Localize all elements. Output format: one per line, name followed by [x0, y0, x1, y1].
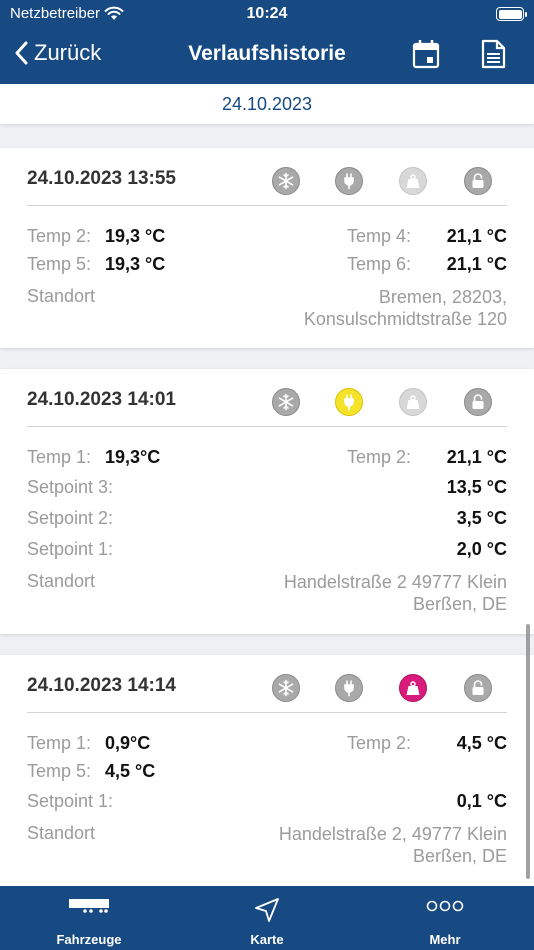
weight-icon	[399, 167, 427, 195]
address-line: Handelstraße 2 49777 Klein	[283, 572, 507, 592]
temp-label: Temp 1:	[27, 447, 92, 467]
entry-header: 24.10.2023 13:55	[27, 148, 507, 206]
power-plug-icon	[335, 167, 363, 195]
history-list[interactable]: 24.10.2023 13:55 Temp 2: 19,3 °C Temp 4:…	[0, 124, 534, 886]
snowflake-icon	[272, 388, 300, 416]
chevron-left-icon	[15, 41, 28, 65]
navigation-arrow-icon	[255, 898, 279, 922]
tab-mehr[interactable]: Mehr	[375, 886, 515, 950]
date-header[interactable]: 24.10.2023	[0, 84, 534, 124]
power-plug-icon	[335, 674, 363, 702]
temp-label: Temp 2:	[347, 447, 412, 467]
entry-header: 24.10.2023 14:14	[27, 655, 507, 713]
location-address: Bremen, 28203, Konsulschmidtstraße 120	[304, 286, 507, 330]
address-line: Bremen, 28203,	[378, 287, 507, 307]
status-time: 10:24	[246, 5, 288, 22]
temp-value: 19,3 °C	[105, 254, 166, 274]
address-line: Berßen, DE	[412, 846, 507, 866]
lock-icon	[464, 674, 492, 702]
power-plug-icon	[335, 388, 363, 416]
entry-timestamp: 24.10.2023 14:01	[27, 389, 176, 410]
address-line: Berßen, DE	[412, 594, 507, 614]
temp-label: Temp 4:	[347, 226, 412, 246]
temp-label: Temp 5:	[27, 254, 92, 274]
temp-value: 21,1 °C	[446, 254, 507, 274]
location-address: Handelstraße 2, 49777 Klein Berßen, DE	[279, 823, 507, 867]
history-entry: 24.10.2023 13:55 Temp 2: 19,3 °C Temp 4:…	[0, 148, 534, 348]
setpoint-value: 0,1 °C	[456, 791, 507, 811]
scrollbar[interactable]	[526, 624, 530, 879]
weight-icon	[399, 674, 427, 702]
temp-label: Temp 5:	[27, 761, 92, 781]
location-label: Standort	[27, 571, 96, 591]
setpoint-label: Setpoint 1:	[27, 539, 114, 559]
location-address: Handelstraße 2 49777 Klein Berßen, DE	[284, 571, 507, 615]
entry-timestamp: 24.10.2023 13:55	[27, 168, 176, 189]
setpoint-value: 2,0 °C	[456, 539, 507, 559]
location-label: Standort	[27, 286, 96, 306]
tab-label: Fahrzeuge	[56, 932, 122, 947]
lock-icon	[464, 388, 492, 416]
setpoint-label: Setpoint 1:	[27, 791, 114, 811]
entry-timestamp: 24.10.2023 14:14	[27, 675, 176, 696]
more-dots-icon	[426, 900, 464, 912]
tab-label: Mehr	[429, 932, 461, 947]
setpoint-label: Setpoint 2:	[27, 508, 114, 528]
temp-value: 0,9°C	[105, 733, 151, 753]
tab-label: Karte	[250, 932, 284, 947]
temp-value: 4,5 °C	[105, 761, 156, 781]
lock-icon	[464, 167, 492, 195]
temp-label: Temp 6:	[347, 254, 412, 274]
weight-icon	[399, 388, 427, 416]
address-line: Konsulschmidtstraße 120	[303, 309, 507, 329]
tab-fahrzeuge[interactable]: Fahrzeuge	[19, 886, 159, 950]
temp-value: 19,3 °C	[105, 226, 166, 246]
address-line: Handelstraße 2, 49777 Klein	[278, 824, 507, 844]
snowflake-icon	[272, 167, 300, 195]
battery-icon	[496, 7, 527, 21]
temp-label: Temp 2:	[347, 733, 412, 753]
setpoint-label: Setpoint 3:	[27, 477, 114, 497]
temp-value: 19,3°C	[105, 447, 161, 467]
temp-value: 4,5 °C	[456, 733, 507, 753]
setpoint-value: 3,5 °C	[456, 508, 507, 528]
tab-karte[interactable]: Karte	[197, 886, 337, 950]
calendar-icon[interactable]	[410, 38, 442, 70]
temp-label: Temp 2:	[27, 226, 92, 246]
history-entry: 24.10.2023 14:14 Temp 1: 0,9°C Temp 2: 4…	[0, 655, 534, 886]
temp-value: 21,1 °C	[446, 226, 507, 246]
snowflake-icon	[272, 674, 300, 702]
history-entry: 24.10.2023 14:01 Temp 1: 19,3°C Temp 2: …	[0, 369, 534, 634]
status-bar: Netzbetreiber 10:24	[0, 0, 534, 28]
back-label: Zurück	[34, 40, 102, 65]
document-icon[interactable]	[477, 38, 509, 70]
navigation-bar: Zurück Verlaufshistorie	[0, 28, 534, 84]
temp-value: 21,1 °C	[446, 447, 507, 467]
truck-icon	[69, 899, 109, 913]
temp-label: Temp 1:	[27, 733, 92, 753]
tab-bar: Fahrzeuge Karte Mehr	[0, 886, 534, 950]
location-label: Standort	[27, 823, 96, 843]
back-button[interactable]: Zurück	[14, 40, 101, 66]
setpoint-value: 13,5 °C	[446, 477, 507, 497]
entry-header: 24.10.2023 14:01	[27, 369, 507, 427]
